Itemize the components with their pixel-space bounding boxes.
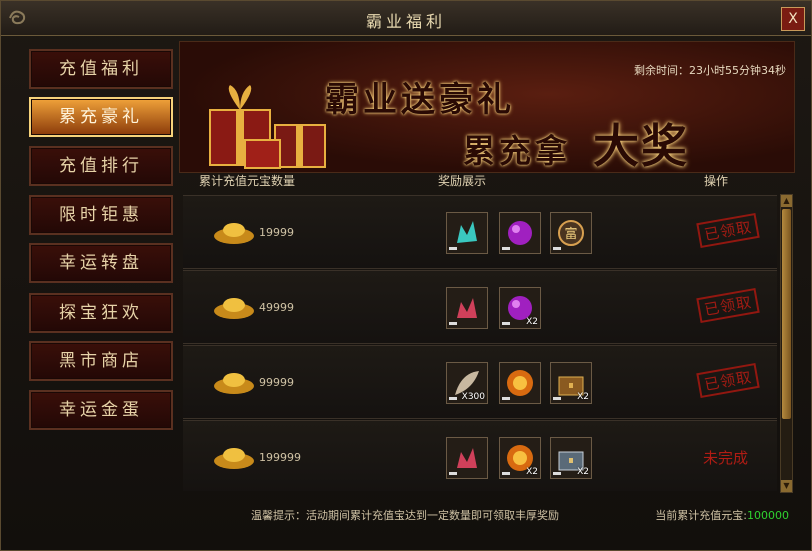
feather-icon[interactable]: X300 xyxy=(446,362,488,404)
required-amount: 49999 xyxy=(259,301,294,314)
required-amount: 99999 xyxy=(259,376,294,389)
column-header-rewards: 奖励展示 xyxy=(438,174,487,188)
scroll-down-arrow-icon[interactable]: ▼ xyxy=(781,480,792,492)
fire-orb-icon[interactable]: X2 xyxy=(499,437,541,479)
gold-ingot-icon xyxy=(214,298,254,319)
gold-ingot-icon xyxy=(214,373,254,394)
window-title: 霸业福利 xyxy=(365,12,446,31)
total-recharge-value: 100000 xyxy=(747,509,789,522)
incomplete-status: 未完成 xyxy=(703,449,749,467)
column-header-amount: 累计充值元宝数量 xyxy=(199,174,296,188)
reward-row: 199999 X2 X2 未完成 xyxy=(183,420,777,491)
rewards-window: 霸业福利 X 充值福利 累充豪礼 充值排行 限时钜惠 幸运转盘 探宝狂欢 黑市商… xyxy=(0,0,812,551)
silver-chest-icon[interactable]: X2 xyxy=(550,437,592,479)
reward-row: 99999 X300 X2 已领取 xyxy=(183,345,777,419)
claimed-stamp: 已领取 xyxy=(696,212,760,249)
sidebar-item-cumulative-gifts[interactable]: 累充豪礼 xyxy=(29,97,173,137)
title-bar[interactable]: 霸业福利 X xyxy=(1,1,811,36)
sidebar-item-recharge-welfare[interactable]: 充值福利 xyxy=(29,49,173,89)
fortune-badge-icon[interactable]: 富 xyxy=(550,212,592,254)
sidebar-item-limited-offer[interactable]: 限时钜惠 xyxy=(29,195,173,235)
total-recharge: 当前累计充值元宝:100000 xyxy=(655,507,789,523)
sidebar-item-black-market[interactable]: 黑市商店 xyxy=(29,341,173,381)
column-header-action: 操作 xyxy=(704,174,729,188)
footer-tip: 温馨提示：活动期间累计充值宝达到一定数量即可领取丰厚奖励 xyxy=(251,509,559,522)
cyan-crystal-icon[interactable] xyxy=(446,212,488,254)
sidebar-item-golden-egg[interactable]: 幸运金蛋 xyxy=(29,390,173,430)
total-recharge-label: 当前累计充值元宝: xyxy=(655,509,747,522)
claimed-stamp: 已领取 xyxy=(696,287,760,324)
svg-text:富: 富 xyxy=(564,226,577,242)
banner-big-prize: 大奖 xyxy=(593,119,689,173)
fire-orb-icon[interactable] xyxy=(499,362,541,404)
countdown-timer: 剩余时间：23小时55分钟34秒 xyxy=(634,64,786,77)
scroll-up-arrow-icon[interactable]: ▲ xyxy=(781,195,792,207)
event-banner: 霸业送豪礼 累充拿 大奖 剩余时间：23小时55分钟34秒 xyxy=(179,41,795,173)
sidebar-item-treasure-carnival[interactable]: 探宝狂欢 xyxy=(29,293,173,333)
banner-headline: 霸业送豪礼 xyxy=(325,80,515,120)
reward-row: 49999 X2 已领取 xyxy=(183,270,777,344)
gift-boxes-icon xyxy=(209,85,326,169)
scroll-thumb[interactable] xyxy=(782,209,791,419)
sidebar: 充值福利 累充豪礼 充值排行 限时钜惠 幸运转盘 探宝狂欢 黑市商店 幸运金蛋 xyxy=(23,41,175,441)
close-button[interactable]: X xyxy=(781,7,805,31)
required-amount: 199999 xyxy=(259,451,301,464)
claimed-stamp: 已领取 xyxy=(696,362,760,399)
list-scrollbar[interactable]: ▲ ▼ xyxy=(780,194,793,493)
treasure-chest-icon[interactable]: X2 xyxy=(550,362,592,404)
reward-row: 19999 富 已领取 xyxy=(183,195,777,269)
purple-orb-icon[interactable] xyxy=(499,212,541,254)
banner-subheadline: 累充拿 xyxy=(463,132,572,170)
sidebar-item-recharge-ranking[interactable]: 充值排行 xyxy=(29,146,173,186)
sidebar-item-lucky-wheel[interactable]: 幸运转盘 xyxy=(29,243,173,283)
purple-orb-icon[interactable]: X2 xyxy=(499,287,541,329)
gold-ingot-icon xyxy=(214,223,254,244)
red-crystal-icon[interactable] xyxy=(446,437,488,479)
red-crystal-icon[interactable] xyxy=(446,287,488,329)
reward-list: 19999 富 已领取 49999 X2 已领取 99999 X300 X2 已… xyxy=(183,193,779,491)
gold-ingot-icon xyxy=(214,448,254,469)
required-amount: 19999 xyxy=(259,226,294,239)
